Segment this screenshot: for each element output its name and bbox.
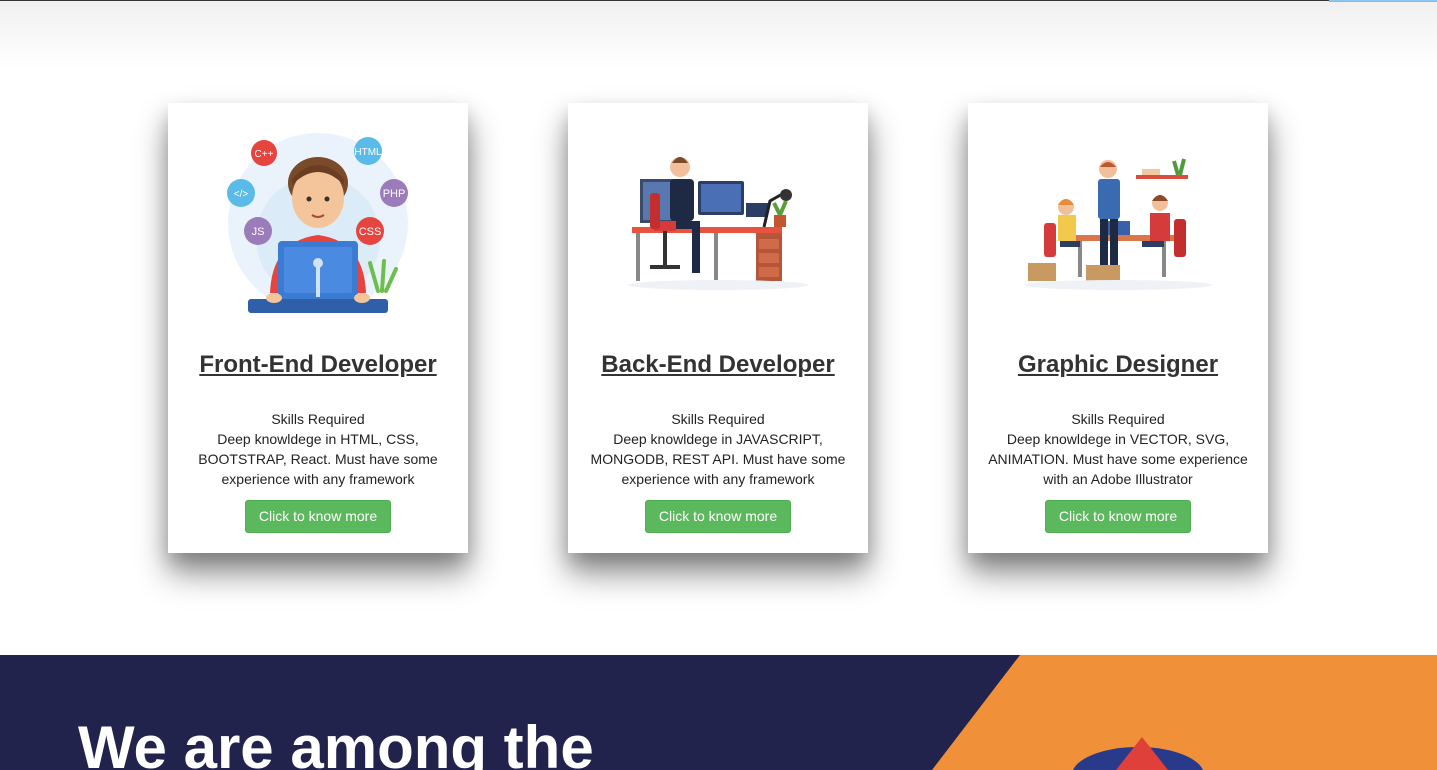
skills-heading: Skills Required <box>1071 411 1165 427</box>
skills-description: Deep knowldege in VECTOR, SVG, ANIMATION… <box>988 431 1248 487</box>
svg-text:JS: JS <box>252 226 265 238</box>
know-more-button[interactable]: Click to know more <box>645 500 791 533</box>
cpp-badge-icon: C++ <box>251 140 277 166</box>
card-title[interactable]: Graphic Designer <box>968 351 1268 379</box>
back-end-developer-illustration <box>628 157 808 290</box>
front-end-developer-illustration: C++ HTML PHP CSS JS </> <box>227 133 408 313</box>
js-badge-icon: JS <box>244 217 272 245</box>
know-more-button[interactable]: Click to know more <box>1045 500 1191 533</box>
html-badge-icon: HTML <box>354 137 382 165</box>
skills-heading: Skills Required <box>671 411 765 427</box>
card-skills: Skills Required Deep knowldege in HTML, … <box>188 409 448 489</box>
card-skills: Skills Required Deep knowldege in VECTOR… <box>988 409 1248 489</box>
orange-shape <box>932 655 1437 770</box>
card-title[interactable]: Front-End Developer <box>168 351 468 379</box>
card-skills: Skills Required Deep knowldege in JAVASC… <box>588 409 848 489</box>
code-badge-icon: </> <box>227 179 255 207</box>
know-more-button[interactable]: Click to know more <box>245 500 391 533</box>
job-card-back-end: Back-End Developer Skills Required Deep … <box>568 103 868 553</box>
svg-text:CSS: CSS <box>359 226 382 238</box>
card-title[interactable]: Back-End Developer <box>568 351 868 379</box>
svg-text:HTML: HTML <box>354 147 382 158</box>
job-card-front-end: C++ HTML PHP CSS JS </> Front-End Develo… <box>168 103 468 553</box>
php-badge-icon: PHP <box>380 179 408 207</box>
svg-text:PHP: PHP <box>383 188 406 200</box>
graphic-designer-illustration <box>1024 158 1212 290</box>
skills-heading: Skills Required <box>271 411 365 427</box>
css-badge-icon: CSS <box>356 217 384 245</box>
svg-text:C++: C++ <box>255 149 274 160</box>
skills-description: Deep knowldege in JAVASCRIPT, MONGODB, R… <box>590 431 846 487</box>
job-card-graphic-designer: Graphic Designer Skills Required Deep kn… <box>968 103 1268 553</box>
header-shadow <box>0 1 1437 71</box>
about-banner: We are among the <box>0 655 1437 770</box>
svg-text:</>: </> <box>234 189 249 200</box>
banner-heading: We are among the <box>78 714 594 770</box>
skills-description: Deep knowldege in HTML, CSS, BOOTSTRAP, … <box>198 431 438 487</box>
